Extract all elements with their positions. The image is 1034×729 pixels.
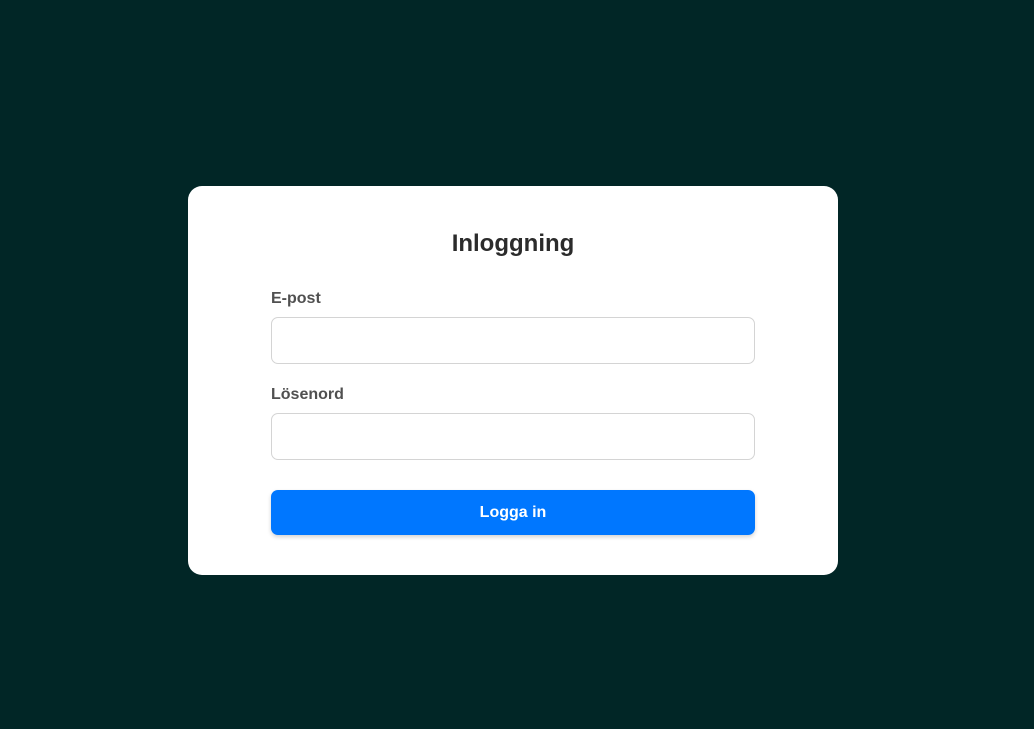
login-card: Inloggning E-post Lösenord Logga in: [188, 186, 838, 575]
password-input[interactable]: [271, 413, 755, 460]
email-label: E-post: [271, 290, 321, 307]
email-input[interactable]: [271, 317, 755, 364]
login-button[interactable]: Logga in: [271, 490, 755, 535]
login-title: Inloggning: [451, 230, 575, 257]
password-label: Lösenord: [271, 386, 344, 403]
